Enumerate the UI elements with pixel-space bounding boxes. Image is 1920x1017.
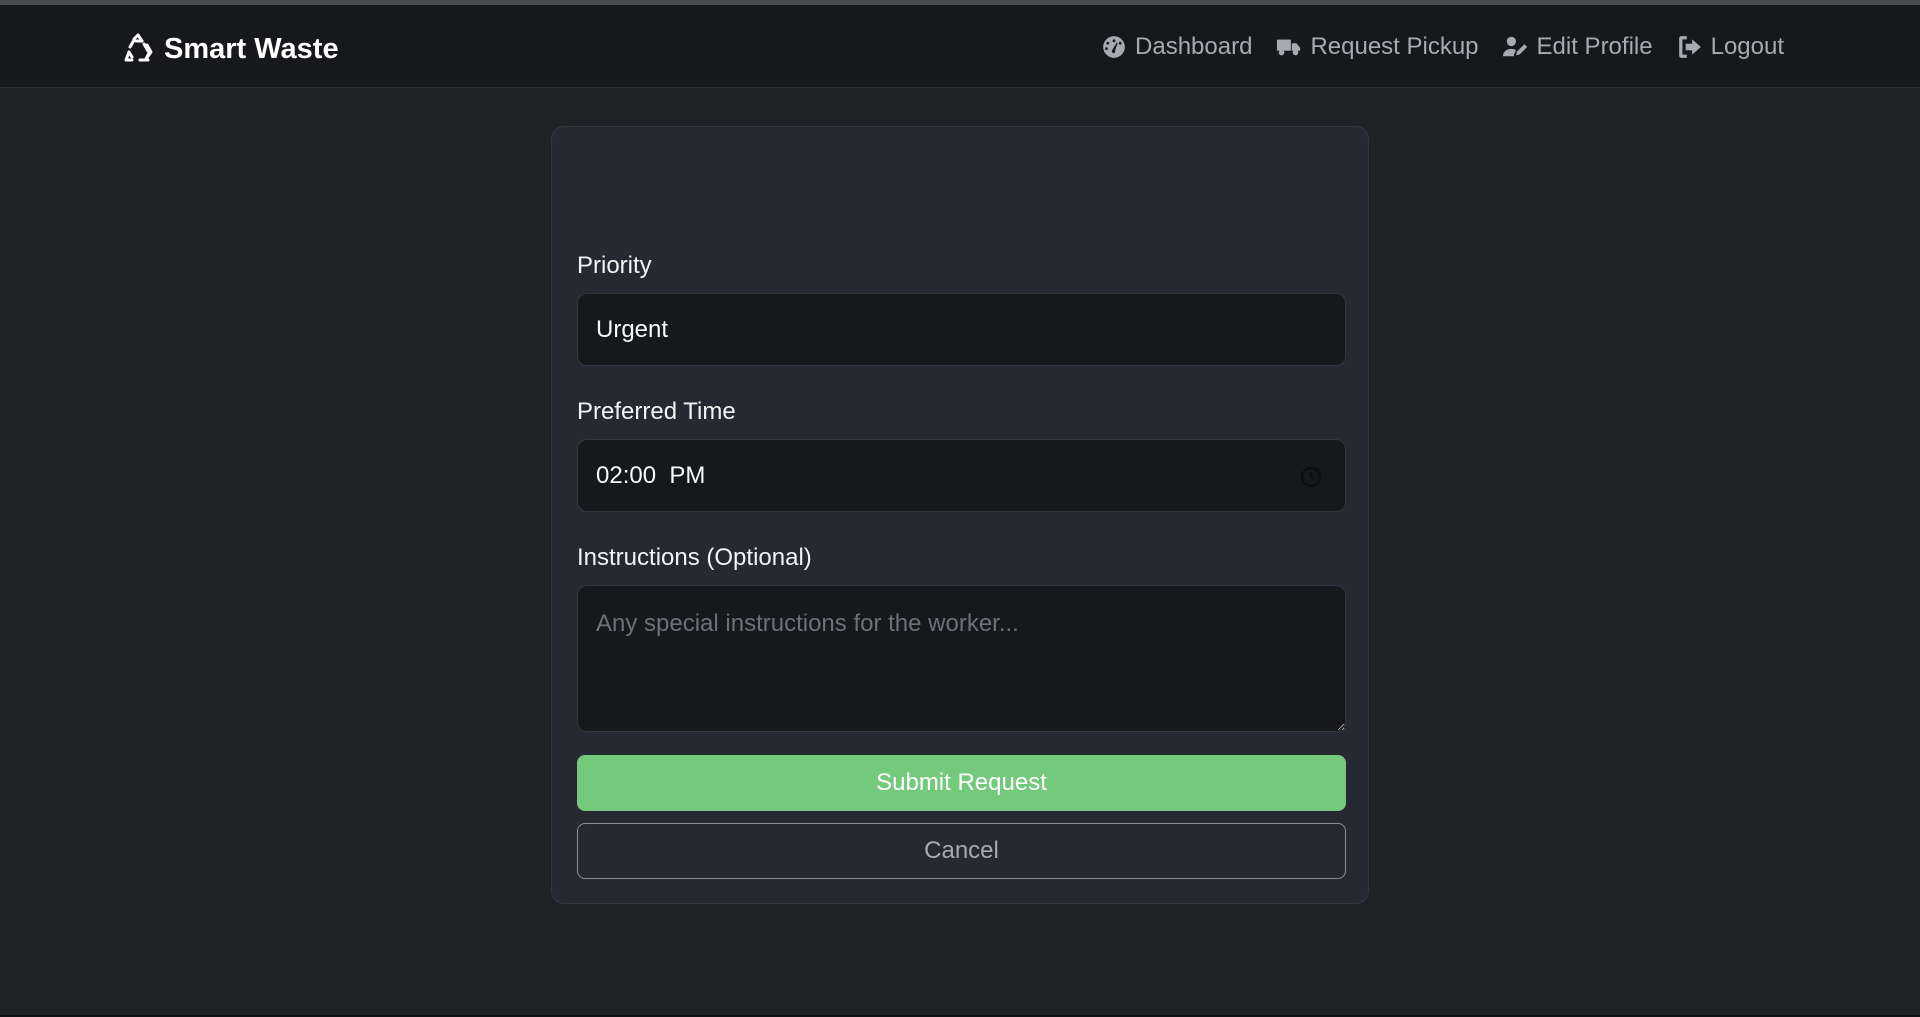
preferred-time-label: Preferred Time — [577, 398, 736, 425]
preferred-time-input[interactable]: 02:00 PM — [577, 439, 1346, 512]
request-pickup-form: Priority Urgent Preferred Time 02:00 PM … — [551, 126, 1369, 904]
submit-request-button[interactable]: Submit Request — [577, 755, 1346, 811]
preferred-time-value: 02:00 PM — [596, 461, 706, 489]
nav-links: Dashboard Request Pickup Edit Profile Lo… — [1101, 33, 1784, 61]
instructions-textarea[interactable] — [577, 585, 1346, 732]
priority-label: Priority — [577, 252, 652, 279]
nav-logout-label: Logout — [1710, 33, 1784, 60]
nav-edit-profile[interactable]: Edit Profile — [1502, 33, 1653, 61]
nav-edit-profile-label: Edit Profile — [1536, 33, 1653, 60]
nav-dashboard-label: Dashboard — [1135, 33, 1253, 60]
truck-icon — [1277, 39, 1301, 56]
recycle-icon — [124, 33, 153, 62]
instructions-label: Instructions (Optional) — [577, 544, 812, 571]
clock-icon[interactable] — [1300, 466, 1322, 488]
user-edit-icon — [1502, 36, 1527, 57]
dashboard-gauge-icon — [1103, 36, 1125, 58]
nav-logout[interactable]: Logout — [1677, 33, 1784, 61]
nav-request-pickup-label: Request Pickup — [1310, 33, 1479, 60]
logout-icon — [1678, 36, 1701, 58]
brand-name: Smart Waste — [164, 32, 339, 65]
navbar: Smart Waste Dashboard Request Pickup Edi… — [0, 5, 1920, 88]
nav-dashboard[interactable]: Dashboard — [1101, 33, 1252, 61]
brand-link[interactable]: Smart Waste — [122, 31, 339, 67]
priority-value: Urgent — [596, 315, 669, 343]
nav-request-pickup[interactable]: Request Pickup — [1276, 33, 1479, 61]
cancel-button[interactable]: Cancel — [577, 823, 1346, 879]
priority-select[interactable]: Urgent — [577, 293, 1346, 366]
